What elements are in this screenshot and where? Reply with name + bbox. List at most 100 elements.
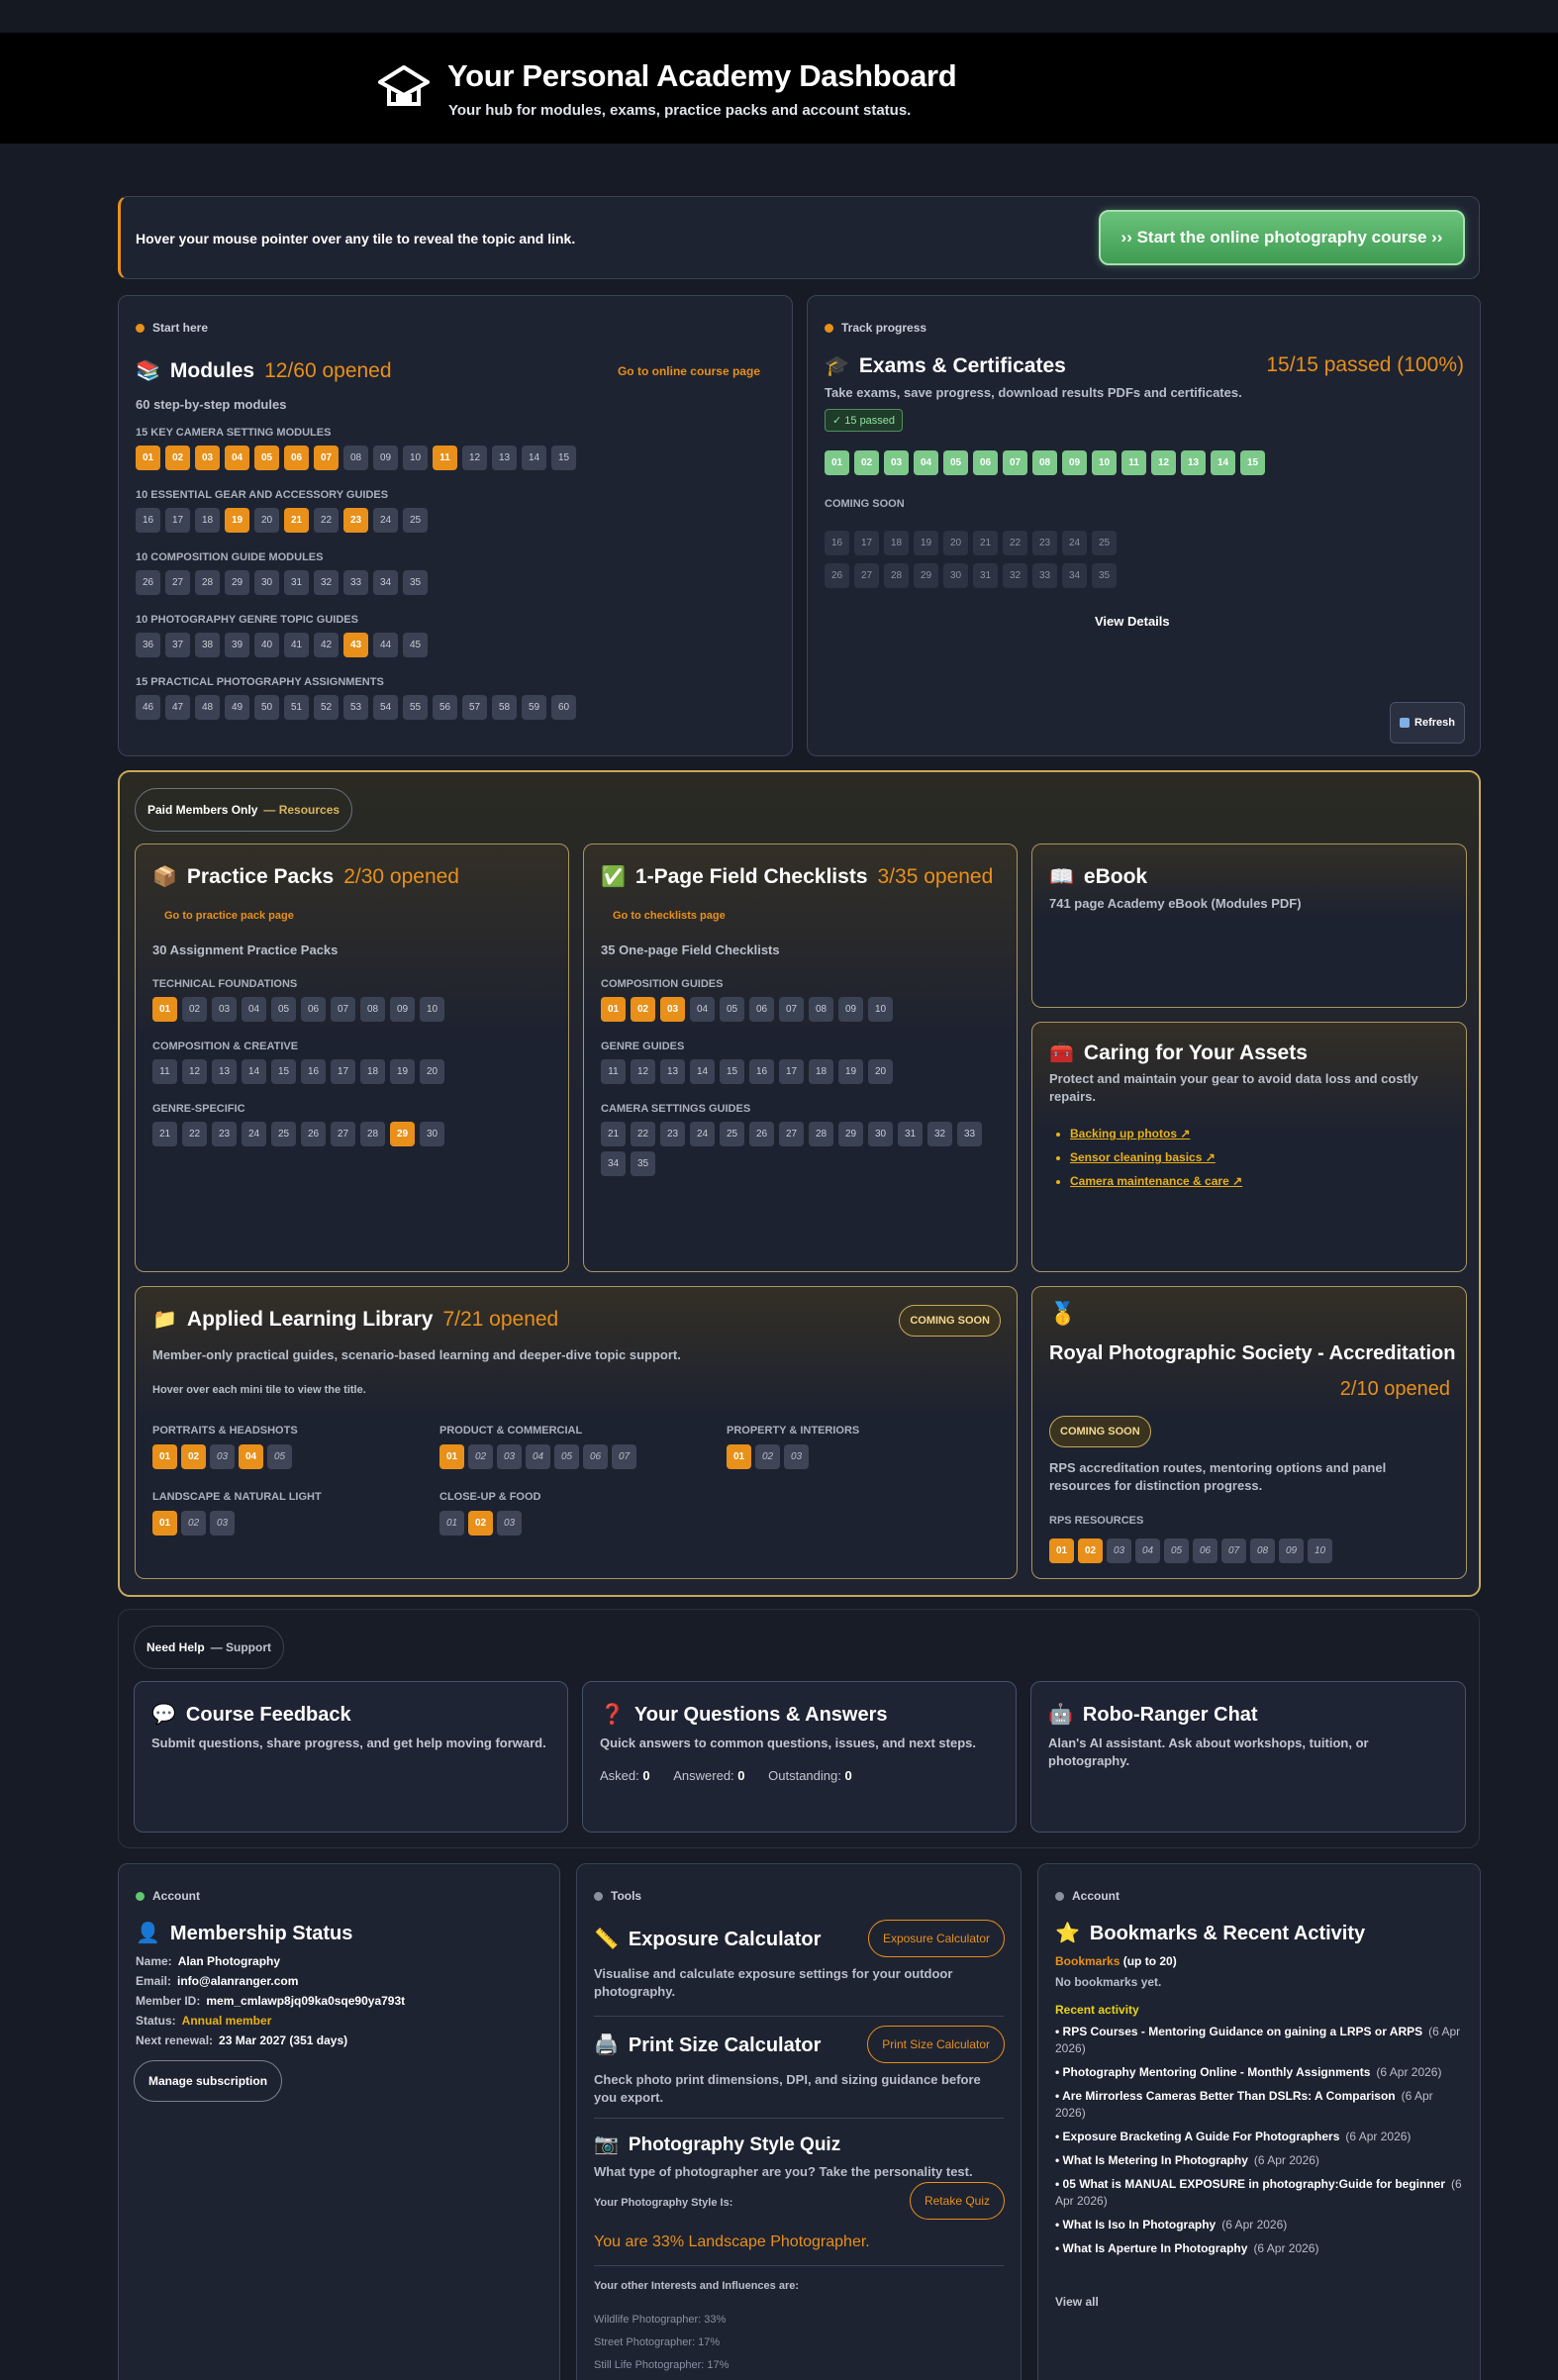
tile[interactable]: 05	[271, 997, 296, 1022]
tile[interactable]: 02	[854, 450, 879, 475]
tile[interactable]: 28	[195, 570, 220, 595]
tile[interactable]: 11	[601, 1059, 626, 1084]
tile[interactable]: 07	[314, 446, 339, 470]
tile[interactable]: 44	[373, 633, 398, 657]
tile[interactable]: 13	[492, 446, 517, 470]
recent-activity-item[interactable]: • Photography Mentoring Online - Monthly…	[1055, 2064, 1465, 2081]
tile[interactable]: 21	[284, 508, 309, 533]
tile[interactable]: 09	[838, 997, 863, 1022]
tile[interactable]: 24	[690, 1122, 715, 1146]
chat-card[interactable]: 🤖 Robo-Ranger Chat Alan's AI assistant. A…	[1030, 1681, 1466, 1833]
tile[interactable]: 30	[254, 570, 279, 595]
tile[interactable]: 06	[301, 997, 326, 1022]
tile[interactable]: 03	[210, 1444, 235, 1469]
tile[interactable]: 43	[343, 633, 368, 657]
tile[interactable]: 36	[136, 633, 160, 657]
recent-activity-item[interactable]: • What Is Iso In Photography (6 Apr 2026)	[1055, 2217, 1465, 2233]
recent-activity-item[interactable]: • What Is Metering In Photography (6 Apr …	[1055, 2152, 1465, 2169]
tile[interactable]: 07	[1221, 1538, 1246, 1563]
tile[interactable]: 18	[195, 508, 220, 533]
tile[interactable]: 12	[462, 446, 487, 470]
view-all-link[interactable]: View all	[1055, 2295, 1099, 2309]
tile[interactable]: 11	[152, 1059, 177, 1084]
tile[interactable]: 25	[720, 1122, 744, 1146]
tile[interactable]: 04	[690, 997, 715, 1022]
recent-activity-item[interactable]: • Are Mirrorless Cameras Better Than DSL…	[1055, 2088, 1465, 2122]
tile[interactable]: 14	[522, 446, 546, 470]
tile[interactable]: 22	[314, 508, 339, 533]
tile[interactable]: 19	[914, 531, 938, 555]
tile[interactable]: 25	[403, 508, 428, 533]
tile[interactable]: 02	[631, 997, 655, 1022]
tile[interactable]: 01	[152, 997, 177, 1022]
tile[interactable]: 04	[526, 1444, 550, 1469]
tile[interactable]: 12	[631, 1059, 655, 1084]
tile[interactable]: 50	[254, 695, 279, 720]
tile[interactable]: 03	[497, 1444, 522, 1469]
tile[interactable]: 60	[551, 695, 576, 720]
tile[interactable]: 15	[1240, 450, 1265, 475]
tile[interactable]: 26	[136, 570, 160, 595]
tile[interactable]: 01	[825, 450, 849, 475]
tile[interactable]: 21	[973, 531, 998, 555]
tile[interactable]: 22	[631, 1122, 655, 1146]
tile[interactable]: 48	[195, 695, 220, 720]
exposure-calculator-button[interactable]: Exposure Calculator	[867, 1920, 1005, 1957]
tile[interactable]: 30	[943, 563, 968, 588]
tile[interactable]: 26	[749, 1122, 774, 1146]
recent-activity-item[interactable]: • Exposure Bracketing A Guide For Photog…	[1055, 2129, 1465, 2145]
tile[interactable]: 16	[749, 1059, 774, 1084]
tile[interactable]: 27	[165, 570, 190, 595]
tile[interactable]: 14	[690, 1059, 715, 1084]
tile[interactable]: 25	[271, 1122, 296, 1146]
tile[interactable]: 35	[1092, 563, 1117, 588]
tile[interactable]: 15	[551, 446, 576, 470]
tile[interactable]: 06	[284, 446, 309, 470]
tile[interactable]: 17	[779, 1059, 804, 1084]
tile[interactable]: 01	[152, 1511, 177, 1536]
start-course-button[interactable]: ›› Start the online photography course ›…	[1099, 210, 1465, 265]
tile[interactable]: 20	[420, 1059, 444, 1084]
tile[interactable]: 32	[1003, 563, 1027, 588]
tile[interactable]: 33	[343, 570, 368, 595]
tile[interactable]: 09	[373, 446, 398, 470]
tile[interactable]: 27	[854, 563, 879, 588]
tile[interactable]: 05	[267, 1444, 292, 1469]
manage-subscription-button[interactable]: Manage subscription	[134, 2060, 283, 2102]
tile[interactable]: 03	[884, 450, 909, 475]
tile[interactable]: 33	[1032, 563, 1057, 588]
tile[interactable]: 26	[825, 563, 849, 588]
tile[interactable]: 42	[314, 633, 339, 657]
tile[interactable]: 13	[212, 1059, 237, 1084]
tile[interactable]: 27	[331, 1122, 355, 1146]
tile[interactable]: 34	[373, 570, 398, 595]
tile[interactable]: 16	[825, 531, 849, 555]
tile[interactable]: 01	[601, 997, 626, 1022]
tile[interactable]: 52	[314, 695, 339, 720]
tile[interactable]: 04	[1135, 1538, 1160, 1563]
tile[interactable]: 10	[868, 997, 893, 1022]
tile[interactable]: 32	[314, 570, 339, 595]
tile[interactable]: 40	[254, 633, 279, 657]
tile[interactable]: 31	[898, 1122, 923, 1146]
tile[interactable]: 49	[225, 695, 249, 720]
tile[interactable]: 04	[239, 1444, 263, 1469]
tile[interactable]: 23	[343, 508, 368, 533]
tile[interactable]: 02	[468, 1511, 493, 1536]
tile[interactable]: 31	[973, 563, 998, 588]
tile[interactable]: 23	[660, 1122, 685, 1146]
tile[interactable]: 08	[343, 446, 368, 470]
tile[interactable]: 02	[181, 1444, 206, 1469]
tile[interactable]: 02	[1078, 1538, 1103, 1563]
tile[interactable]: 09	[1062, 450, 1087, 475]
tile[interactable]: 08	[809, 997, 833, 1022]
tile[interactable]: 46	[136, 695, 160, 720]
tile[interactable]: 04	[914, 450, 938, 475]
tile[interactable]: 07	[1003, 450, 1027, 475]
tile[interactable]: 20	[868, 1059, 893, 1084]
tile[interactable]: 07	[612, 1444, 636, 1469]
tile[interactable]: 06	[973, 450, 998, 475]
checklists-page-link[interactable]: Go to checklists page	[613, 910, 726, 922]
tile[interactable]: 27	[779, 1122, 804, 1146]
tile[interactable]: 17	[331, 1059, 355, 1084]
